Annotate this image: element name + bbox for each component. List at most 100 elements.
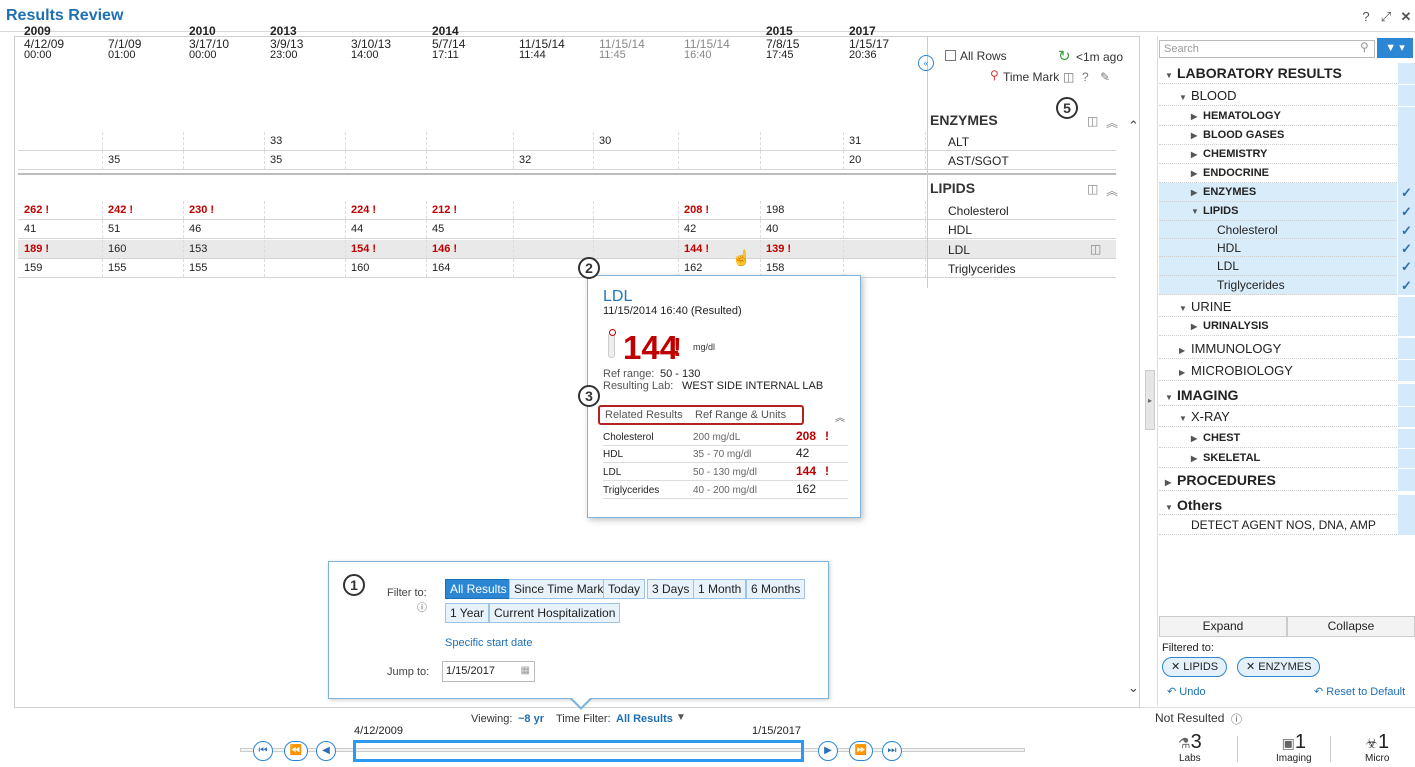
filter-dropdown-icon[interactable]: ▼ (676, 712, 686, 723)
tree-item-immunology[interactable]: ▶ IMMUNOLOGY (1159, 338, 1397, 359)
tree-item-imaging[interactable]: ▼ IMAGING (1159, 384, 1397, 406)
tree-item-hematology[interactable]: ▶ HEMATOLOGY (1159, 107, 1397, 126)
tree-item-microbiology[interactable]: ▶ MICROBIOLOGY (1159, 360, 1397, 381)
checkmark-icon[interactable]: ✓ (1398, 239, 1415, 257)
related-result-row[interactable]: Cholesterol 200 mg/dL 208! (603, 429, 848, 446)
result-cell[interactable]: 44 (351, 223, 363, 235)
caret-right-icon[interactable]: ▶ (1191, 429, 1203, 448)
column-header[interactable]: 11/15/14 11:44 (519, 26, 599, 61)
help-icon[interactable]: ? (1357, 9, 1375, 25)
tree-item-cholesterol[interactable]: Cholesterol (1159, 221, 1397, 239)
calendar-icon[interactable]: ▦ (521, 665, 530, 676)
result-cell[interactable]: 46 (189, 223, 201, 235)
scroll-down-icon[interactable]: ⌄ (1128, 680, 1139, 696)
step-back-icon[interactable]: ◀ (316, 741, 336, 761)
caret-down-icon[interactable]: ▼ (1179, 409, 1191, 429)
tree-item-x-ray[interactable]: ▼ X-RAY (1159, 407, 1397, 427)
result-cell[interactable]: 139 (766, 243, 791, 255)
checkmark-icon[interactable]: ✓ (1398, 202, 1415, 221)
specific-start-date-link[interactable]: Specific start date (445, 637, 532, 649)
result-cell[interactable]: 262 (24, 204, 49, 216)
caret-right-icon[interactable]: ▶ (1191, 164, 1203, 183)
result-cell[interactable]: 146 (432, 243, 457, 255)
checkmark-icon[interactable]: ✓ (1398, 384, 1415, 406)
jump-to-input[interactable]: 1/15/2017 ▦ (442, 661, 535, 682)
info-icon[interactable]: ⓘ (417, 599, 427, 614)
result-cell[interactable]: 51 (108, 223, 120, 235)
search-input[interactable]: Search (1159, 40, 1375, 58)
first-icon[interactable]: ⏮ (253, 741, 273, 761)
tree-item-blood-gases[interactable]: ▶ BLOOD GASES (1159, 126, 1397, 145)
caret-right-icon[interactable]: ▶ (1191, 317, 1203, 336)
checkmark-icon[interactable]: ✓ (1398, 164, 1415, 183)
caret-right-icon[interactable]: ▶ (1191, 183, 1203, 202)
caret-right-icon[interactable]: ▶ (1179, 362, 1191, 383)
pill-lipids[interactable]: ✕ LIPIDS (1162, 657, 1228, 677)
checkmark-icon[interactable]: ✓ (1398, 317, 1415, 336)
filter-button-current-hospitalization[interactable]: Current Hospitalization (489, 603, 621, 623)
not-resulted-labs[interactable]: ⚗3 Labs (1178, 732, 1202, 764)
checkmark-icon[interactable]: ✓ (1398, 360, 1415, 381)
tree-item-enzymes[interactable]: ▶ ENZYMES (1159, 183, 1397, 202)
table-row[interactable]: 189 160 153 154 146 144 139 LDL ◫ (18, 240, 1116, 259)
trend-chart-icon[interactable]: ◫ (1087, 182, 1098, 196)
caret-right-icon[interactable]: ▶ (1191, 107, 1203, 126)
result-cell[interactable]: 224 (351, 204, 376, 216)
checkmark-icon[interactable]: ✓ (1398, 407, 1415, 427)
scroll-up-icon[interactable]: ⌃ (1128, 118, 1139, 134)
column-header[interactable]: 2010 3/17/10 00:00 (189, 25, 269, 61)
fast-forward-icon[interactable]: ⏩ (849, 741, 873, 761)
filter-button-1-month[interactable]: 1 Month (693, 579, 747, 599)
tree-item-urine[interactable]: ▼ URINE (1159, 297, 1397, 317)
caret-down-icon[interactable]: ▼ (1165, 387, 1177, 409)
result-cell[interactable]: 230 (189, 204, 214, 216)
caret-down-icon[interactable]: ▼ (1165, 65, 1177, 86)
fast-back-icon[interactable]: ⏪ (284, 741, 308, 761)
checkmark-icon[interactable]: ✓ (1398, 126, 1415, 145)
result-cell[interactable]: 20 (849, 154, 861, 166)
filter-button-1-year[interactable]: 1 Year (445, 603, 490, 623)
timeline-selection[interactable] (353, 740, 804, 762)
all-rows-checkbox[interactable] (945, 50, 956, 61)
tree-item-triglycerides[interactable]: Triglycerides (1159, 276, 1397, 295)
result-cell[interactable]: 160 (351, 262, 369, 274)
filter-button-6-months[interactable]: 6 Months (746, 579, 806, 599)
close-icon[interactable]: ✕ (1397, 9, 1415, 25)
column-header[interactable]: 2009 4/12/09 00:00 (24, 25, 104, 61)
column-header[interactable]: 2014 5/7/14 17:11 (432, 25, 512, 61)
tree-item-others[interactable]: ▼ Others (1159, 495, 1397, 515)
checkmark-icon[interactable]: ✓ (1398, 276, 1415, 295)
column-header[interactable]: 2015 7/8/15 17:45 (766, 25, 846, 61)
result-cell[interactable]: 164 (432, 262, 450, 274)
checkmark-icon[interactable]: ✓ (1398, 449, 1415, 468)
result-cell[interactable]: 198 (766, 204, 784, 216)
table-row[interactable]: 41 51 46 44 45 42 40 HDL (18, 220, 1116, 239)
collapse-button[interactable]: Collapse (1287, 616, 1415, 637)
sidebar-toggle-icon[interactable]: ▸ (1145, 370, 1155, 430)
result-cell[interactable]: 35 (108, 154, 120, 166)
tree-item-skeletal[interactable]: ▶ SKELETAL (1159, 449, 1397, 468)
caret-right-icon[interactable]: ▶ (1179, 340, 1191, 361)
checkmark-icon[interactable]: ✓ (1398, 297, 1415, 317)
checkmark-icon[interactable]: ✓ (1398, 63, 1415, 84)
checkmark-icon[interactable]: ✓ (1398, 257, 1415, 276)
tree-item-lipids[interactable]: ▼ LIPIDS (1159, 202, 1397, 221)
tab-ref-range-units[interactable]: Ref Range & Units (695, 409, 786, 421)
column-header[interactable]: 2013 3/9/13 23:00 (270, 25, 350, 61)
pill-enzymes[interactable]: ✕ ENZYMES (1237, 657, 1321, 677)
result-cell[interactable]: 212 (432, 204, 457, 216)
column-header[interactable]: 7/1/09 01:00 (108, 26, 188, 61)
filter-funnel-icon[interactable]: ▼ ▾ (1377, 38, 1413, 58)
result-cell[interactable]: 41 (24, 223, 36, 235)
related-result-row[interactable]: LDL 50 - 130 mg/dl 144! (603, 464, 848, 481)
tree-item-chemistry[interactable]: ▶ CHEMISTRY (1159, 145, 1397, 164)
result-cell[interactable]: 40 (766, 223, 778, 235)
column-header[interactable]: 3/10/13 14:00 (351, 26, 431, 61)
result-cell[interactable]: 144 (684, 243, 709, 255)
result-cell[interactable]: 189 (24, 243, 49, 255)
collapse-section-icon[interactable]: ︽ (1106, 114, 1118, 131)
result-cell[interactable]: 42 (684, 223, 696, 235)
column-header[interactable]: 11/15/14 16:40 (684, 26, 764, 61)
column-header[interactable]: 11/15/14 11:45 (599, 26, 679, 61)
result-cell[interactable]: 153 (189, 243, 207, 255)
